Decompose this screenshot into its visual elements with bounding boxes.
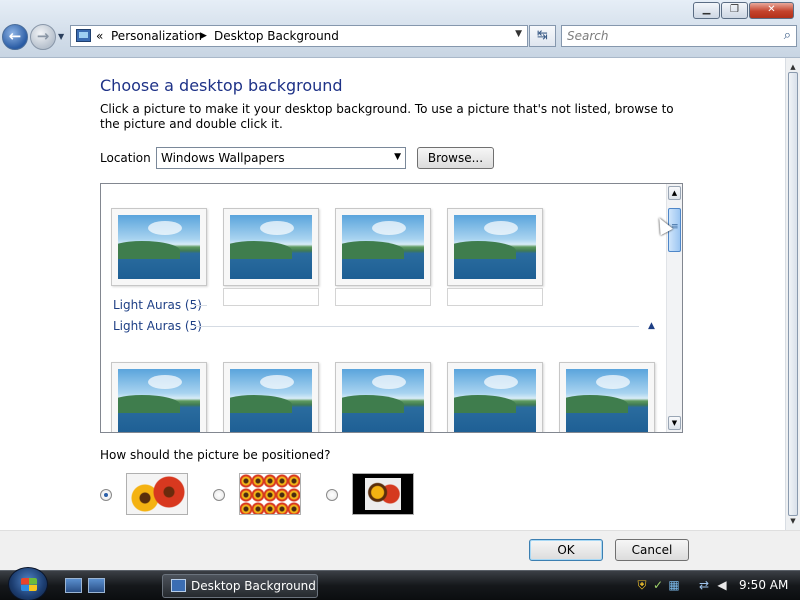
centered-flowers-image (365, 478, 401, 510)
breadcrumb-overflow[interactable]: « (96, 29, 103, 43)
security-shield-icon[interactable]: ⛨ (635, 578, 649, 592)
position-fit-preview[interactable] (126, 473, 188, 515)
wallpaper-image (566, 369, 648, 432)
network-icon[interactable]: ▦ (667, 578, 681, 592)
cancel-button[interactable]: Cancel (615, 539, 689, 561)
wallpaper-image (342, 215, 424, 279)
wallpaper-thumbnail[interactable] (223, 362, 319, 432)
group-divider (195, 305, 207, 306)
control-panel-icon (171, 579, 186, 592)
collapse-group-icon[interactable]: ▲ (648, 321, 655, 331)
clock[interactable]: 9:50 AM (739, 578, 788, 592)
wallpaper-thumbnail[interactable] (559, 362, 655, 432)
wallpaper-image (118, 215, 200, 279)
group-divider (195, 326, 639, 327)
position-radio-center[interactable] (326, 489, 338, 501)
search-input[interactable] (567, 26, 767, 46)
recent-pages-dropdown-icon[interactable]: ▼ (58, 32, 64, 41)
position-radio-tile[interactable] (213, 489, 225, 501)
dialog-footer: OK Cancel (0, 530, 800, 570)
wallpaper-image (342, 369, 424, 432)
wallpaper-thumbnail[interactable] (223, 208, 319, 286)
wallpaper-thumbnail[interactable] (335, 208, 431, 286)
address-dropdown-icon[interactable]: ▼ (515, 29, 522, 39)
control-panel-icon (76, 29, 91, 42)
system-tray: ⛨ ✓ ▦ ⇄ ◀ 9:50 AM (627, 574, 800, 598)
wallpaper-caption (447, 288, 543, 306)
wallpaper-image (230, 369, 312, 432)
minimize-button[interactable]: ▁ (693, 2, 720, 19)
show-desktop-icon[interactable] (65, 578, 82, 593)
wallpaper-thumbnail[interactable] (447, 208, 543, 286)
breadcrumb-separator-icon[interactable]: ▶ (200, 31, 207, 41)
scroll-down-icon[interactable]: ▼ (668, 416, 681, 430)
group-header-light-auras[interactable]: Light Auras (5) (113, 298, 202, 312)
scroll-up-icon[interactable]: ▲ (668, 186, 681, 200)
search-box[interactable]: ⌕ (561, 25, 797, 47)
switch-windows-icon[interactable] (88, 578, 105, 593)
position-center-preview[interactable] (352, 473, 414, 515)
taskbar-window-label: Desktop Background (191, 579, 316, 593)
location-dropdown[interactable]: Windows Wallpapers ▼ (156, 147, 406, 169)
wallpaper-caption (223, 288, 319, 306)
scroll-down-icon[interactable]: ▼ (787, 514, 799, 528)
wallpaper-thumbnail[interactable] (447, 362, 543, 432)
tiled-flowers-image (240, 474, 300, 514)
picture-list[interactable]: Light Auras (5) Light Auras (5) ▲ ▲ ▼ (100, 183, 683, 433)
wallpaper-thumbnail[interactable] (111, 362, 207, 432)
forward-button[interactable]: → (30, 24, 56, 50)
connection-icon[interactable]: ⇄ (697, 578, 711, 592)
window-controls: ▁ ❐ ✕ (692, 2, 794, 19)
back-button[interactable]: ← (2, 24, 28, 50)
volume-muted-icon[interactable]: ◀ (715, 578, 729, 592)
page-scrollbar[interactable]: ▲ ▼ (785, 58, 800, 530)
taskbar: Desktop Background ⛨ ✓ ▦ ⇄ ◀ 9:50 AM (0, 567, 800, 600)
scrollbar-thumb[interactable] (788, 72, 798, 516)
location-label: Location (100, 151, 151, 165)
refresh-button[interactable]: ↹ (529, 25, 556, 47)
wallpaper-image (454, 369, 536, 432)
wallpaper-thumbnail[interactable] (111, 208, 207, 286)
red-flower-image (153, 476, 185, 508)
wallpaper-image (454, 215, 536, 279)
start-orb-icon[interactable] (8, 567, 48, 600)
location-selected-value: Windows Wallpapers (161, 151, 285, 165)
breadcrumb-desktop-background[interactable]: Desktop Background (214, 29, 339, 43)
group-header-light-auras[interactable]: Light Auras (5) (113, 319, 202, 333)
maximize-button[interactable]: ❐ (721, 2, 748, 19)
ok-button[interactable]: OK (529, 539, 603, 561)
wallpaper-image (230, 215, 312, 279)
position-radio-fit[interactable] (100, 489, 112, 501)
taskbar-window-button[interactable]: Desktop Background (162, 574, 318, 598)
search-icon[interactable]: ⌕ (784, 28, 791, 43)
page-description: Click a picture to make it your desktop … (100, 102, 674, 131)
wallpaper-image (118, 369, 200, 432)
address-bar[interactable]: « Personalization ▶ Desktop Background ▼ (70, 25, 528, 47)
browse-button[interactable]: Browse... (417, 147, 494, 169)
wallpaper-thumbnail[interactable] (335, 362, 431, 432)
close-button[interactable]: ✕ (749, 2, 794, 19)
title-address-bar: ▁ ❐ ✕ ← → ▼ « Personalization ▶ Desktop … (0, 0, 800, 58)
security-center-icon[interactable]: ✓ (651, 578, 665, 592)
wallpaper-caption (335, 288, 431, 306)
chevron-down-icon[interactable]: ▼ (394, 152, 401, 162)
page-title: Choose a desktop background (100, 76, 343, 95)
content-area: Choose a desktop background Click a pict… (0, 58, 785, 530)
position-question: How should the picture be positioned? (100, 448, 331, 462)
breadcrumb-personalization[interactable]: Personalization (111, 29, 202, 43)
position-tile-preview[interactable] (239, 473, 301, 515)
